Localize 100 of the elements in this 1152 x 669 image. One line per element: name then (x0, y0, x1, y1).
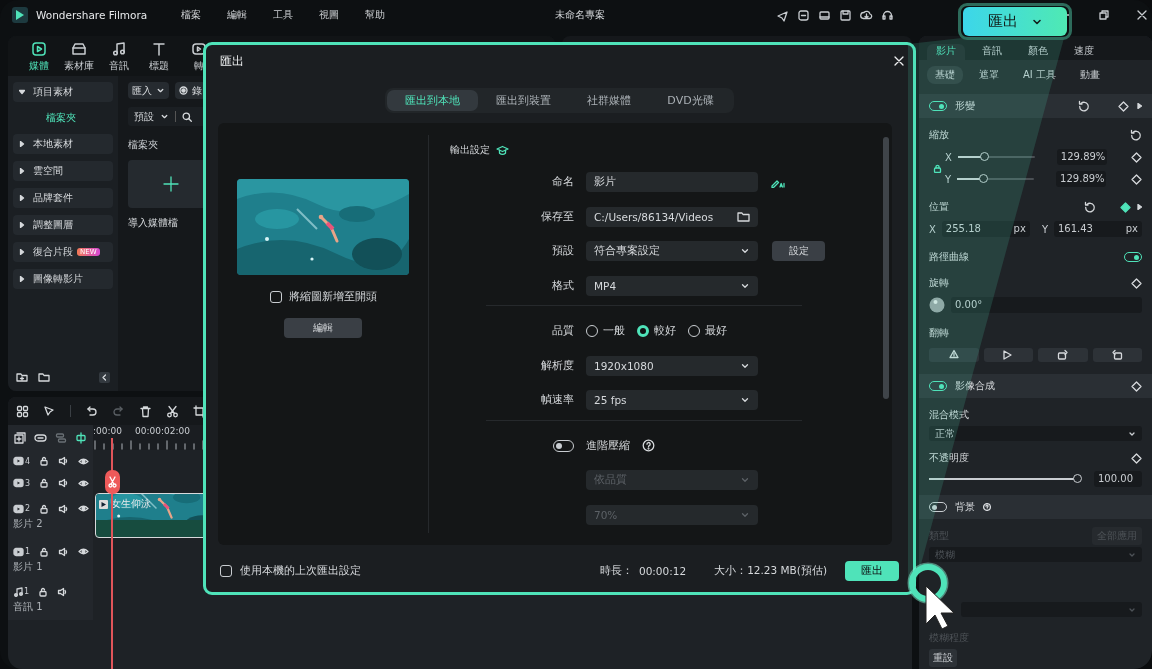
send-icon[interactable] (776, 8, 789, 22)
export-button[interactable]: 匯出 (845, 561, 899, 581)
keyframe-diamond-icon[interactable] (1131, 452, 1142, 464)
cloud-upload-icon[interactable] (860, 8, 873, 22)
reset-icon[interactable] (1084, 201, 1096, 213)
path-field[interactable]: C:/Users/86134/Videos (586, 206, 758, 227)
crop-icon[interactable] (193, 404, 206, 418)
link-icon[interactable] (34, 431, 47, 444)
keyframe-diamond-icon[interactable] (1120, 201, 1131, 213)
menu-item[interactable]: 幫助 (365, 8, 386, 22)
lock-icon[interactable] (39, 456, 50, 466)
speaker-icon[interactable] (58, 478, 70, 488)
help-icon[interactable] (983, 503, 991, 511)
radio-button[interactable] (637, 325, 649, 338)
speaker-icon[interactable] (58, 456, 70, 466)
flip-button[interactable] (1038, 348, 1088, 362)
dropdown[interactable]: 1920x1080 (586, 355, 758, 376)
checkbox[interactable] (220, 565, 232, 577)
radio-option[interactable]: 較好 (637, 324, 676, 339)
rotation-knob[interactable] (929, 297, 945, 313)
toolbar-tab[interactable]: 標題 (142, 41, 176, 76)
feedback-icon[interactable] (797, 8, 810, 22)
dropdown[interactable]: MP4 (586, 275, 758, 296)
select-tool-icon[interactable] (43, 404, 56, 418)
speaker-icon[interactable] (57, 586, 69, 597)
collapse-panel-icon[interactable] (99, 371, 110, 383)
sidebar-subitem[interactable]: 檔案夾 (13, 109, 113, 127)
sidebar-item[interactable]: 雲空間 (13, 161, 113, 181)
sub-tab[interactable]: 遮罩 (971, 66, 1007, 84)
toolbar-tab[interactable]: 素材庫 (62, 41, 96, 76)
new-folder-icon[interactable] (16, 371, 28, 383)
split-marker[interactable] (105, 470, 120, 494)
slider-thumb[interactable] (978, 174, 988, 183)
headset-icon[interactable] (881, 8, 894, 22)
dialog-tab[interactable]: 匯出到本地 (387, 90, 479, 111)
toolbar-tab[interactable]: 音訊 (102, 41, 136, 76)
keyframe-diamond-icon[interactable] (1131, 380, 1142, 392)
sidebar-item[interactable]: 本地素材 (13, 134, 113, 154)
number-field[interactable]: 129.89% (1056, 149, 1107, 165)
layout-icon[interactable] (818, 8, 831, 22)
sub-tab[interactable]: 基礎 (927, 66, 963, 84)
import-dropdown[interactable]: 匯入 (128, 82, 169, 99)
lock-icon[interactable] (39, 503, 50, 514)
menu-item[interactable]: 編輯 (227, 8, 248, 22)
name-field[interactable]: 影片 (586, 172, 758, 193)
split-icon[interactable] (55, 431, 67, 444)
redo-icon[interactable] (112, 404, 125, 418)
speaker-icon[interactable] (58, 546, 70, 557)
snap-icon[interactable] (75, 431, 87, 444)
sidebar-item[interactable]: 調整圖層 (13, 215, 113, 235)
sidebar-item[interactable]: 圖像轉影片 (13, 269, 113, 289)
number-field[interactable]: 100.00 (1094, 471, 1142, 487)
menu-item[interactable]: 工具 (273, 8, 294, 22)
keyframe-diamond-icon[interactable] (1131, 277, 1142, 289)
restore-icon[interactable] (1098, 9, 1110, 21)
checkbox[interactable] (269, 291, 282, 303)
menu-item[interactable]: 視圖 (319, 8, 340, 22)
add-track-icon[interactable] (14, 431, 26, 444)
reset-button[interactable]: 重設 (929, 649, 957, 667)
keyframe-diamond-icon[interactable] (1131, 151, 1142, 163)
keyframe-diamond-icon[interactable] (1118, 100, 1129, 112)
menu-item[interactable]: 檔案 (181, 8, 202, 22)
keyframe-diamond-icon[interactable] (1131, 173, 1142, 185)
flip-button[interactable] (983, 348, 1033, 362)
sub-tab[interactable]: AI 工具 (1015, 66, 1064, 84)
sub-tab[interactable]: 動畫 (1071, 66, 1108, 84)
delete-icon[interactable] (139, 404, 152, 418)
eye-icon[interactable] (78, 503, 90, 514)
toolbar-tab[interactable]: 媒體 (22, 41, 56, 76)
panel-tab[interactable]: 音訊 (973, 44, 1011, 60)
slider-thumb[interactable] (979, 152, 989, 161)
reset-icon[interactable] (1130, 129, 1142, 141)
settings-button[interactable]: 設定 (772, 241, 825, 262)
undo-icon[interactable] (85, 404, 98, 418)
eye-icon[interactable] (78, 546, 90, 557)
number-field[interactable]: 255.18 px (941, 221, 1030, 237)
dropdown[interactable]: 25 fps (586, 390, 758, 411)
panel-tab[interactable]: 速度 (1065, 44, 1103, 60)
grid-layout-icon[interactable] (16, 404, 29, 418)
lock-icon[interactable] (39, 478, 50, 488)
number-field[interactable]: 129.89% (1056, 171, 1107, 187)
radio-option[interactable]: 最好 (688, 324, 727, 339)
sidebar-item[interactable]: 項目素材 (13, 82, 113, 102)
flip-button[interactable] (1092, 348, 1142, 362)
sidebar-item[interactable]: 品牌套件 (13, 188, 113, 208)
radio-option[interactable]: 一般 (586, 324, 625, 339)
close-icon[interactable] (1136, 9, 1148, 21)
reset-icon[interactable] (1078, 100, 1090, 112)
edit-button[interactable]: 編輯 (284, 318, 362, 338)
slider-thumb[interactable] (1072, 474, 1082, 483)
speaker-icon[interactable] (58, 503, 70, 514)
dialog-tab[interactable]: 社群媒體 (569, 90, 650, 111)
lock-icon[interactable] (39, 546, 50, 557)
folder-icon[interactable] (38, 371, 50, 383)
dialog-tab[interactable]: 匯出到裝置 (478, 90, 570, 111)
rotation-field[interactable]: 0.00° (951, 297, 1142, 313)
dropdown[interactable]: 符合專案設定 (586, 241, 758, 262)
number-field[interactable]: 161.43 px (1054, 221, 1142, 237)
dialog-tab[interactable]: DVD光碟 (649, 90, 732, 111)
save-icon[interactable] (839, 8, 852, 22)
